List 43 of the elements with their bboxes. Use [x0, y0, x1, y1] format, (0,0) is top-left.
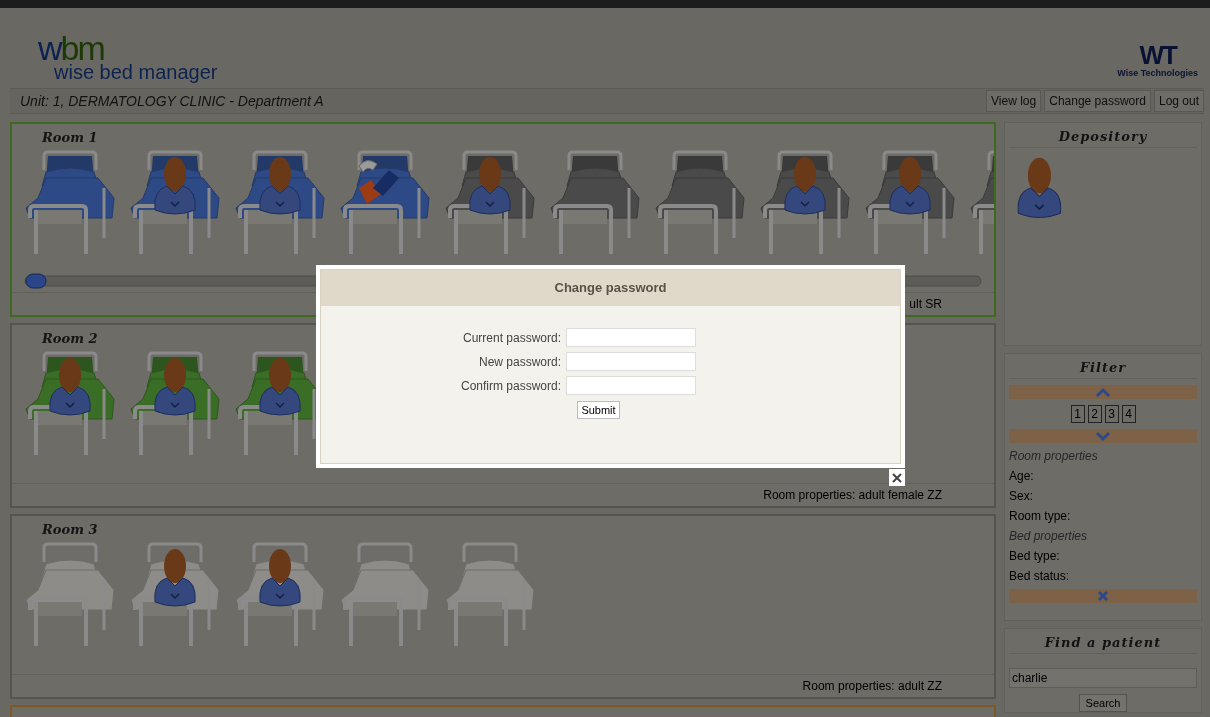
password-field[interactable] [566, 352, 696, 371]
password-field[interactable] [566, 376, 696, 395]
room-title: Room 1 [42, 130, 98, 147]
logo-name: wise bed manager [54, 61, 218, 84]
logo-mark: wbm [38, 33, 104, 63]
submit-button[interactable]: Submit [577, 401, 620, 419]
panel-title: Depository [1009, 123, 1197, 148]
company-name: Wise Technologies [1117, 68, 1198, 78]
filter-label: Bed status: [1009, 569, 1071, 583]
header-link[interactable]: Log out [1153, 90, 1204, 112]
page-button[interactable]: 1 [1070, 405, 1085, 423]
room-title: Room 3 [42, 522, 98, 539]
page-button[interactable]: 2 [1087, 405, 1102, 423]
section-heading: Room properties [1009, 449, 1099, 463]
chevron-up-icon [1095, 386, 1111, 398]
company-logo-mark: WT [1139, 42, 1176, 68]
filter-label: Sex: [1009, 489, 1034, 503]
room-properties: Room properties: adult ZZ [802, 679, 942, 693]
unit-title: Unit: 1, DERMATOLOGY CLINIC - Department A [19, 93, 324, 109]
filter-label: Room type: [1009, 509, 1072, 523]
filter-label: Age: [1009, 469, 1035, 483]
dialog-title: Change password [321, 270, 900, 306]
chevron-down-icon [1095, 430, 1111, 442]
room-properties: ult SR [909, 297, 942, 311]
close-icon [1096, 590, 1110, 602]
filter-label: Bed type: [1009, 549, 1061, 563]
field-label: Current password: [461, 330, 561, 345]
search-button[interactable]: Search [1078, 694, 1128, 712]
header-link[interactable]: View log [986, 90, 1042, 112]
panel-title: Filter [1009, 354, 1197, 379]
room-title: Room 2 [42, 331, 98, 348]
password-field[interactable] [566, 328, 696, 347]
panel-title: Find a patient [1009, 629, 1197, 654]
page-button[interactable]: 3 [1104, 405, 1119, 423]
field-label: New password: [478, 354, 561, 369]
header-link[interactable]: Change password [1044, 90, 1151, 112]
search-field[interactable]: charlie [1009, 668, 1197, 688]
field-label: Confirm password: [461, 378, 561, 393]
close-button[interactable] [889, 469, 905, 486]
room-properties: Room properties: adult female ZZ [763, 488, 942, 502]
page-button[interactable]: 4 [1121, 405, 1136, 423]
close-icon [891, 471, 903, 484]
section-heading: Bed properties [1009, 529, 1089, 543]
